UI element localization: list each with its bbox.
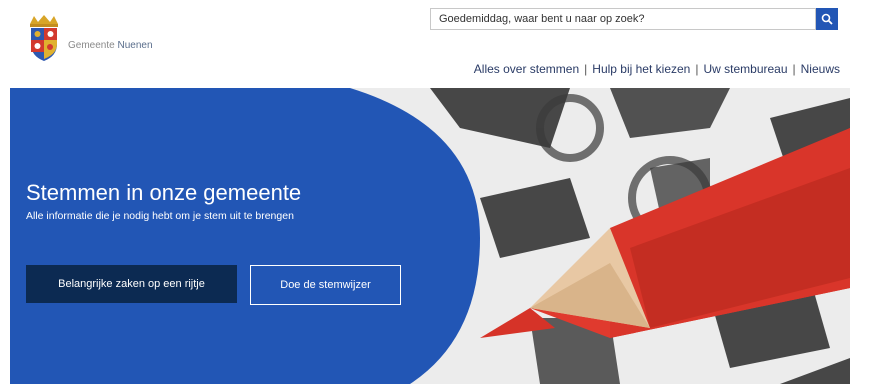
search-input[interactable]: Goedemiddag, waar bent u naar op zoek? xyxy=(430,8,816,30)
hero-subtitle: Alle informatie die je nodig hebt om je … xyxy=(26,210,294,222)
nav-item-uw-stembureau[interactable]: Uw stembureau xyxy=(703,62,787,76)
municipality-name[interactable]: Gemeente Nuenen xyxy=(68,40,153,51)
nav-separator: | xyxy=(584,62,588,76)
site-header: Gemeente Nuenen Goedemiddag, waar bent u… xyxy=(0,0,870,88)
municipality-name-text: Nuenen xyxy=(117,40,153,51)
municipality-prefix: Gemeente xyxy=(68,40,115,51)
stemwijzer-button[interactable]: Doe de stemwijzer xyxy=(250,265,401,305)
nav-item-alles-over-stemmen[interactable]: Alles over stemmen xyxy=(474,62,579,76)
coat-of-arms-logo[interactable] xyxy=(24,14,64,62)
key-matters-button[interactable]: Belangrijke zaken op een rijtje xyxy=(26,265,237,303)
hero-banner: Stemmen in onze gemeente Alle informatie… xyxy=(10,88,850,384)
search-button[interactable] xyxy=(816,8,838,30)
hero-blue-panel xyxy=(10,88,480,384)
nav-separator: | xyxy=(695,62,699,76)
hero-title: Stemmen in onze gemeente xyxy=(26,180,302,205)
top-navigation: Alles over stemmen | Hulp bij het kiezen… xyxy=(474,62,840,76)
search-icon xyxy=(821,13,833,25)
nav-separator: | xyxy=(792,62,796,76)
nav-item-hulp-bij-het-kiezen[interactable]: Hulp bij het kiezen xyxy=(592,62,690,76)
nav-item-nieuws[interactable]: Nieuws xyxy=(801,62,840,76)
